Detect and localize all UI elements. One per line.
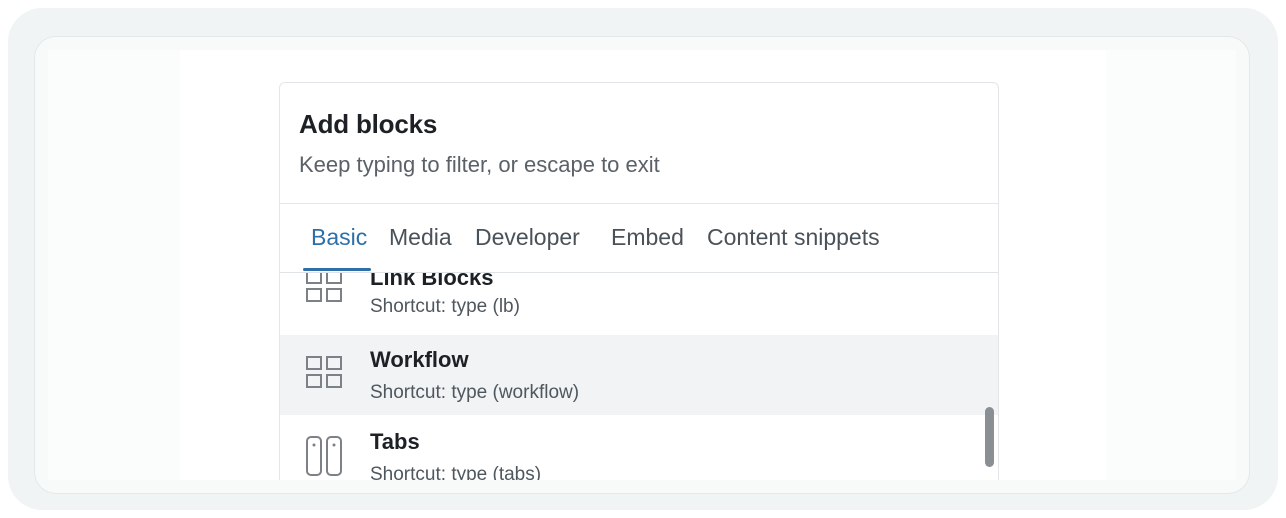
stage-right-margin xyxy=(1106,50,1236,480)
dialog-title: Add blocks xyxy=(299,109,438,139)
block-title: Tabs xyxy=(370,429,420,454)
block-title: Workflow xyxy=(370,347,469,372)
tab-developer[interactable]: Developer xyxy=(475,224,580,251)
dialog-header: Add blocks Keep typing to filter, or esc… xyxy=(280,83,998,204)
block-shortcut: Shortcut: type (workflow) xyxy=(370,382,580,403)
block-item-workflow[interactable]: Workflow Shortcut: type (workflow) xyxy=(280,335,998,415)
dialog-subtitle: Keep typing to filter, or escape to exit xyxy=(299,152,660,177)
block-title: Link Blocks xyxy=(370,273,494,290)
active-tab-indicator xyxy=(303,268,371,271)
block-item-link-blocks[interactable]: Link Blocks Shortcut: type (lb) xyxy=(280,273,998,325)
tab-media[interactable]: Media xyxy=(389,224,452,251)
tab-basic[interactable]: Basic xyxy=(311,224,367,251)
block-shortcut: Shortcut: type (tabs) xyxy=(370,464,542,480)
grid-icon xyxy=(305,355,343,398)
tabs-icon xyxy=(305,435,343,480)
block-list[interactable]: Link Blocks Shortcut: type (lb) Workflow… xyxy=(280,273,998,480)
tab-embed[interactable]: Embed xyxy=(611,224,684,251)
stage-left-margin xyxy=(48,50,180,480)
block-category-tabs: Basic Media Developer Embed Content snip… xyxy=(280,204,998,273)
block-item-tabs[interactable]: Tabs Shortcut: type (tabs) xyxy=(280,417,998,480)
list-scrollbar[interactable] xyxy=(985,407,994,467)
tab-content-snippets[interactable]: Content snippets xyxy=(707,224,880,251)
grid-icon xyxy=(305,273,343,312)
add-blocks-dialog: Add blocks Keep typing to filter, or esc… xyxy=(279,82,999,480)
block-shortcut: Shortcut: type (lb) xyxy=(370,296,520,317)
